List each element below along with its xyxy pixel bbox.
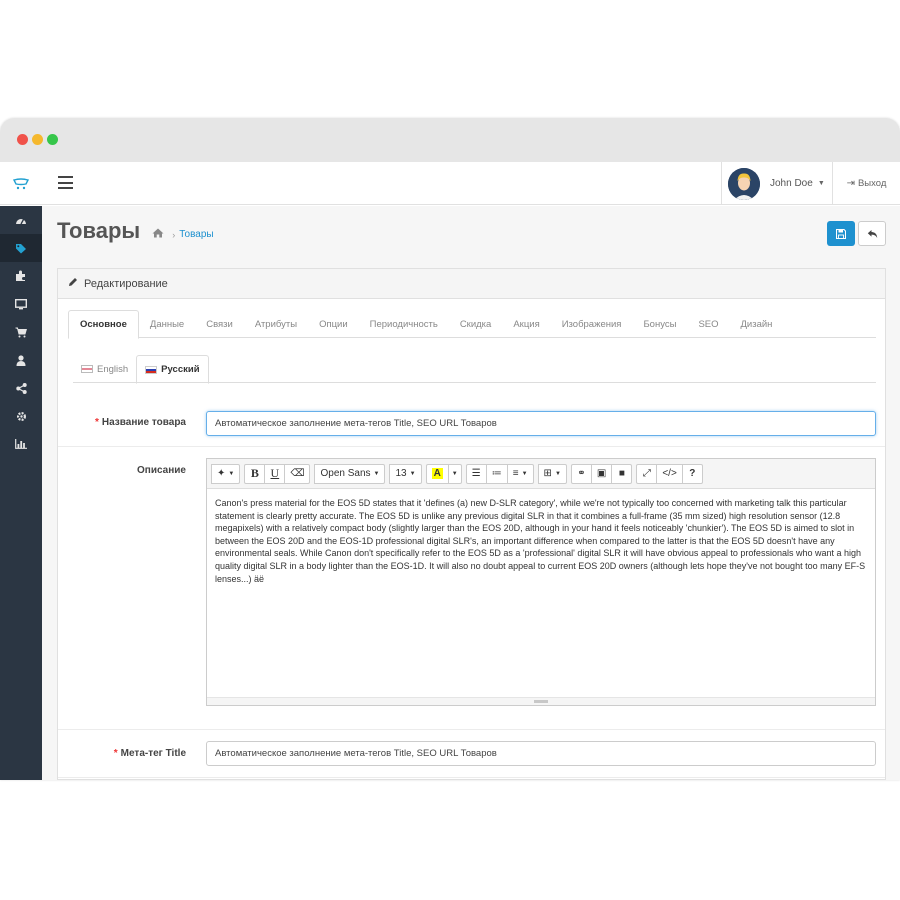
sign-out-icon: ⇥ — [846, 178, 855, 189]
breadcrumb: › Товары — [152, 228, 214, 241]
divider — [58, 446, 885, 447]
video-icon[interactable]: ■ — [611, 463, 633, 484]
fullscreen-icon[interactable]: ⤢ — [636, 463, 658, 484]
tab-options[interactable]: Опции — [308, 310, 359, 338]
divider — [58, 729, 885, 730]
save-button[interactable] — [827, 221, 855, 246]
bullet-list-icon[interactable]: ☰ — [465, 463, 487, 484]
dashboard-icon[interactable] — [0, 206, 42, 234]
code-view-icon[interactable]: </> — [656, 463, 683, 484]
edit-panel: Редактирование Основное Данные Связи Атр… — [57, 268, 886, 780]
maximize-window-button[interactable] — [47, 134, 58, 145]
home-icon[interactable] — [152, 228, 164, 241]
tab-discount[interactable]: Скидка — [449, 310, 503, 338]
editor-resize-handle[interactable] — [207, 697, 875, 705]
page-title: Товары — [57, 218, 141, 243]
breadcrumb-link-products[interactable]: Товары — [179, 229, 213, 240]
tab-seo[interactable]: SEO — [687, 310, 729, 338]
back-button[interactable] — [858, 221, 886, 246]
reply-icon — [867, 229, 877, 238]
help-icon[interactable]: ? — [681, 463, 703, 484]
description-label: Описание — [137, 465, 186, 476]
product-tabs: Основное Данные Связи Атрибуты Опции Пер… — [68, 310, 876, 339]
language-tabs: English Русский — [73, 355, 876, 384]
tab-links[interactable]: Связи — [195, 310, 244, 338]
meta-title-label: * Мета-тег Title — [113, 748, 186, 759]
tab-images[interactable]: Изображения — [551, 310, 633, 338]
tab-language-russian[interactable]: Русский — [136, 355, 209, 384]
logo[interactable] — [0, 162, 42, 205]
tab-special[interactable]: Акция — [502, 310, 550, 338]
table-button[interactable]: ⊞ ▼ — [537, 463, 567, 484]
tab-design[interactable]: Дизайн — [730, 310, 784, 338]
tab-attributes[interactable]: Атрибуты — [244, 310, 308, 338]
tab-data[interactable]: Данные — [139, 310, 195, 338]
image-icon[interactable]: ▣ — [590, 463, 613, 484]
cart-icon[interactable] — [0, 318, 42, 346]
link-icon[interactable]: ⚭ — [570, 463, 592, 484]
magic-wand-button[interactable]: ✦ ▼ — [211, 463, 241, 484]
chevron-down-icon: ▼ — [817, 180, 825, 187]
bold-button[interactable]: B — [244, 463, 266, 484]
pencil-icon — [68, 277, 78, 290]
divider — [58, 777, 885, 778]
eraser-icon[interactable]: ⌫ — [284, 463, 311, 484]
user-menu[interactable]: John Doe ▼ — [721, 162, 833, 205]
page-header: Товары › Товары — [57, 218, 214, 244]
monitor-icon[interactable] — [0, 290, 42, 318]
main-content: Товары › Товары Редактирование Основное … — [42, 206, 900, 780]
tab-recurring[interactable]: Периодичность — [359, 310, 449, 338]
color-dropdown-button[interactable]: ▼ — [447, 463, 462, 484]
tag-icon[interactable] — [0, 234, 42, 262]
breadcrumb-separator: › — [172, 229, 176, 240]
close-window-button[interactable] — [17, 134, 28, 145]
tab-general[interactable]: Основное — [68, 310, 139, 339]
share-icon[interactable] — [0, 374, 42, 402]
puzzle-icon[interactable] — [0, 262, 42, 290]
editor-content[interactable]: Canon's press material for the EOS 5D st… — [207, 489, 875, 697]
menu-toggle-icon[interactable] — [58, 176, 73, 189]
window-titlebar — [0, 118, 900, 162]
cart-logo-icon — [13, 177, 29, 189]
panel-heading: Редактирование — [58, 269, 885, 299]
bar-chart-icon[interactable] — [0, 430, 42, 458]
numbered-list-icon[interactable]: ≔ — [485, 463, 508, 484]
paragraph-align-button[interactable]: ≡ ▼ — [506, 463, 534, 484]
uk-flag-icon — [81, 365, 93, 373]
language-label: English — [97, 363, 129, 375]
top-header: John Doe ▼ ⇥ Выход — [0, 162, 900, 205]
font-size-select[interactable]: 13 ▼ — [389, 463, 422, 484]
product-name-label: * Название товара — [94, 417, 186, 428]
meta-title-input[interactable]: Автоматическое заполнение мета-тегов Tit… — [206, 741, 876, 766]
logout-button[interactable]: ⇥ Выход — [833, 162, 900, 205]
avatar — [728, 167, 760, 200]
font-family-select[interactable]: Open Sans ▼ — [314, 463, 386, 484]
tab-reward[interactable]: Бонусы — [632, 310, 687, 338]
editor-toolbar: ✦ ▼ B U ⌫ Open Sans ▼ 13 ▼ A ▼ ☰ ≔ ≡ ▼ ⊞… — [207, 459, 875, 489]
tab-language-english[interactable]: English — [73, 355, 136, 383]
browser-window: John Doe ▼ ⇥ Выход Товары › Товары Редак… — [0, 118, 900, 780]
logout-label: Выход — [857, 178, 887, 189]
text-color-button[interactable]: A — [425, 463, 449, 484]
minimize-window-button[interactable] — [32, 134, 43, 145]
sidebar — [0, 206, 42, 780]
panel-title: Редактирование — [84, 277, 168, 290]
underline-button[interactable]: U — [264, 463, 286, 484]
description-editor: ✦ ▼ B U ⌫ Open Sans ▼ 13 ▼ A ▼ ☰ ≔ ≡ ▼ ⊞… — [206, 458, 876, 706]
russia-flag-icon — [145, 365, 158, 374]
user-icon[interactable] — [0, 346, 42, 374]
user-name: John Doe — [770, 178, 813, 189]
floppy-disk-icon — [836, 228, 846, 239]
cog-icon[interactable] — [0, 402, 42, 430]
product-name-input[interactable]: Автоматическое заполнение мета-тегов Tit… — [206, 411, 876, 436]
language-label: Русский — [161, 364, 200, 375]
